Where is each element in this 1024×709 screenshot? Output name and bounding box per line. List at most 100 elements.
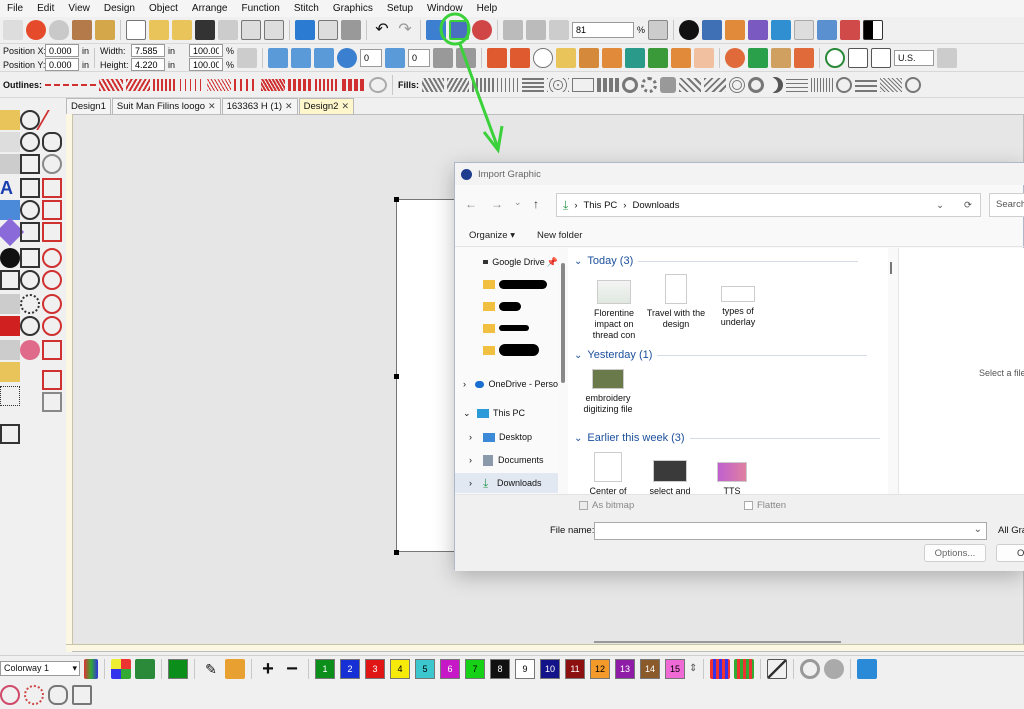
close-icon[interactable]: ✕ xyxy=(208,101,216,112)
selection-handle[interactable] xyxy=(394,374,399,379)
open-folder-icon[interactable] xyxy=(149,20,169,40)
fill-gear-icon[interactable] xyxy=(622,76,639,93)
height-percent-input[interactable] xyxy=(189,58,224,71)
ellipse-tool-icon[interactable] xyxy=(20,200,40,220)
pillow-icon[interactable] xyxy=(794,47,815,68)
wave-icon[interactable] xyxy=(602,47,623,68)
fill-blocks-icon[interactable] xyxy=(522,77,545,92)
new-file-icon[interactable] xyxy=(126,20,146,40)
outline-curve-icon[interactable] xyxy=(369,76,388,93)
rotate-input[interactable] xyxy=(360,48,383,67)
color-swatch[interactable]: 11 xyxy=(565,658,585,679)
fill-star-icon[interactable] xyxy=(660,76,677,93)
undo-icon[interactable]: ↶ xyxy=(372,20,392,40)
outline-shape-icon[interactable] xyxy=(533,47,554,68)
open-recent-icon[interactable] xyxy=(172,20,192,40)
color-swatch[interactable]: 8 xyxy=(490,658,510,679)
clipboard-icon[interactable] xyxy=(95,20,115,40)
group-yesterday[interactable]: ⌄ Yesterday (1) xyxy=(574,349,868,361)
grid-icon[interactable] xyxy=(848,47,869,68)
print-icon[interactable] xyxy=(241,20,261,40)
menu-stitch[interactable]: Stitch xyxy=(287,3,326,14)
recent-dropdown-icon[interactable]: ⌄ xyxy=(514,197,522,208)
color-swatch[interactable]: 3 xyxy=(365,658,385,679)
contrast-icon[interactable] xyxy=(863,20,884,40)
hand-icon[interactable] xyxy=(549,20,569,40)
current-color-swatch[interactable] xyxy=(168,658,188,679)
align-icon[interactable] xyxy=(314,47,335,68)
nav-folder-redacted[interactable] xyxy=(455,296,558,316)
curve-tool-icon[interactable] xyxy=(42,132,62,152)
needles-icon[interactable] xyxy=(817,20,838,40)
outline-e-stitch-icon[interactable] xyxy=(153,78,178,91)
file-item[interactable]: select and xyxy=(638,460,702,497)
outline-running-icon[interactable] xyxy=(45,83,70,86)
outline-chain-icon[interactable] xyxy=(288,78,313,91)
breadcrumb-this-pc[interactable]: This PC xyxy=(583,200,617,211)
spool-bottom-icon[interactable] xyxy=(857,658,878,679)
menu-object[interactable]: Object xyxy=(142,3,185,14)
fill-stripes-icon[interactable] xyxy=(855,77,878,92)
outline-triple-icon[interactable] xyxy=(207,78,232,91)
thread-icon[interactable] xyxy=(771,20,792,40)
pencil-tool-icon[interactable] xyxy=(0,362,20,382)
paste-icon[interactable] xyxy=(341,20,361,40)
file-item[interactable]: Travel with the design xyxy=(644,274,708,330)
flower-icon[interactable] xyxy=(24,685,44,705)
address-bar[interactable]: ⤓ › This PC › Downloads ⌄ ⟳ xyxy=(556,193,981,217)
fill-dense-icon[interactable] xyxy=(880,77,903,92)
content-scrollbar[interactable] xyxy=(890,262,892,274)
app-logo-icon[interactable] xyxy=(26,20,46,40)
heart-tool-icon[interactable] xyxy=(20,340,40,360)
path-node-icon[interactable] xyxy=(556,47,577,68)
applique-bottom-icon[interactable] xyxy=(0,685,20,705)
fill-circle-icon[interactable] xyxy=(905,76,922,93)
export-icon[interactable] xyxy=(218,20,238,40)
hearts-icon[interactable] xyxy=(48,685,68,705)
nav-folder-redacted[interactable] xyxy=(455,274,558,294)
line-tool-icon[interactable] xyxy=(36,110,68,130)
fill-radial-icon[interactable] xyxy=(729,76,746,93)
color-swatch[interactable]: 15 xyxy=(665,658,685,679)
tab-design2[interactable]: Design2 ✕ xyxy=(298,98,354,114)
forward-arrow-icon[interactable]: → xyxy=(491,197,503,211)
cut-icon[interactable] xyxy=(295,20,315,40)
lock-aspect-icon[interactable] xyxy=(237,47,258,68)
tshirt-color-icon[interactable] xyxy=(135,658,155,679)
menu-edit[interactable]: Edit xyxy=(30,3,61,14)
nav-this-pc[interactable]: ⌄ This PC xyxy=(455,403,558,423)
node-tool-icon[interactable] xyxy=(0,132,20,152)
organize-button[interactable]: Organize ▾ xyxy=(469,230,515,241)
hoop-circle-icon[interactable] xyxy=(800,658,821,679)
gear-tool-icon[interactable] xyxy=(42,294,62,314)
as-bitmap-checkbox[interactable]: As bitmap xyxy=(579,500,634,511)
search-input[interactable]: Search xyxy=(989,193,1024,217)
nav-desktop[interactable]: › Desktop xyxy=(455,427,558,447)
applique-icon[interactable] xyxy=(725,47,746,68)
colorway-select[interactable]: Colorway 1 ▾ xyxy=(0,661,80,676)
eyedropper-icon[interactable]: ✎ xyxy=(201,659,221,679)
color-sort-icon[interactable] xyxy=(710,658,731,679)
certificate-icon[interactable] xyxy=(840,20,861,40)
options-button[interactable]: Options... xyxy=(924,544,986,562)
info-icon[interactable] xyxy=(679,20,700,40)
fill-scales-icon[interactable] xyxy=(547,77,570,92)
file-item[interactable]: embroidery digitizing file xyxy=(576,369,640,415)
horizontal-scrollbar[interactable] xyxy=(594,641,841,643)
color-swatch[interactable]: 1 xyxy=(315,658,335,679)
width-input[interactable] xyxy=(131,44,166,57)
outline-candle-icon[interactable] xyxy=(342,78,367,91)
close-icon[interactable]: ✕ xyxy=(341,101,349,112)
refresh-icon[interactable]: ⟳ xyxy=(964,200,972,211)
menu-setup[interactable]: Setup xyxy=(380,3,420,14)
file-item[interactable]: TTS xyxy=(700,462,764,497)
select-arrow-icon[interactable] xyxy=(0,110,20,130)
machine-icon[interactable] xyxy=(702,20,723,40)
file-item[interactable]: Florentine impact on thread con xyxy=(582,280,646,341)
new-folder-button[interactable]: New folder xyxy=(537,230,582,241)
swatch-scroll-icon[interactable]: ⇕ xyxy=(689,663,697,674)
hoop-icon[interactable] xyxy=(825,47,846,68)
menu-arrange[interactable]: Arrange xyxy=(185,3,235,14)
nav-onedrive[interactable]: › OneDrive - Perso xyxy=(455,374,558,394)
close-icon[interactable]: ✕ xyxy=(285,101,293,112)
